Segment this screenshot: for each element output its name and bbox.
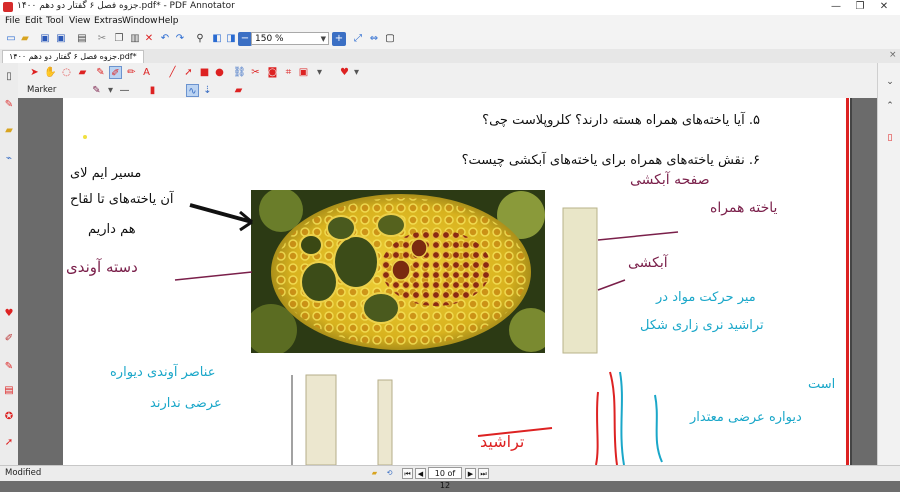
note-tracheid: تراشید bbox=[480, 432, 525, 451]
next-page-button[interactable]: ▶ bbox=[465, 468, 476, 479]
ink-annotations-layer bbox=[83, 135, 679, 466]
ink-vessel-cyan bbox=[654, 394, 663, 463]
sieve-tube-diagram bbox=[562, 207, 598, 354]
note-cyan-right-4: دیواره عرضی معتدار bbox=[690, 410, 802, 425]
history-icon[interactable]: ⟲ bbox=[384, 468, 395, 479]
note-top-left-line3: هم داریم bbox=[88, 222, 136, 237]
bookmark-icon[interactable]: ▰ bbox=[369, 468, 380, 479]
note-cyan-left-2: عرضی ندارند bbox=[150, 396, 222, 411]
status-text: Modified bbox=[5, 468, 42, 478]
ink-xylem-red bbox=[595, 371, 618, 466]
ink-arrow-vascular bbox=[174, 271, 253, 281]
vessel-element-diagram bbox=[305, 374, 337, 466]
first-page-button[interactable]: ⏮ bbox=[402, 468, 413, 479]
status-bar: Modified ▰ ⟲ ⏮ ◀ 10 of 12 ▶ ⏭ bbox=[0, 465, 900, 490]
note-companion-cell: یاخته همراه bbox=[710, 200, 778, 216]
note-cyan-right-2: تراشید نری زاری شکل bbox=[640, 318, 764, 333]
note-vascular-bundle: دسته آوندی bbox=[66, 258, 138, 276]
ink-xylem-cyan bbox=[619, 371, 625, 466]
ink-dot-yellow bbox=[83, 135, 87, 139]
note-top-left-line2: آن یاخته‌های تا لقاح bbox=[70, 192, 174, 207]
ink-arrow-sieve bbox=[597, 279, 626, 291]
note-phloem: آبکشی bbox=[628, 255, 668, 271]
page-number-field[interactable]: 10 of 12 bbox=[428, 467, 462, 490]
note-cyan-right-3: است bbox=[808, 377, 836, 392]
previous-page-button[interactable]: ◀ bbox=[415, 468, 426, 479]
last-page-button[interactable]: ⏭ bbox=[478, 468, 489, 479]
ink-arrow-companion bbox=[597, 231, 679, 241]
note-sieve-plate: صفحه آبکشی bbox=[630, 172, 710, 188]
note-cyan-left-1: عناصر آوندی دیواره bbox=[110, 365, 216, 380]
note-cyan-right-1: میر حرکت مواد در bbox=[656, 290, 756, 305]
note-top-left-line1: مسیر ایم لای bbox=[70, 166, 142, 181]
tracheid-diagram bbox=[377, 379, 393, 466]
